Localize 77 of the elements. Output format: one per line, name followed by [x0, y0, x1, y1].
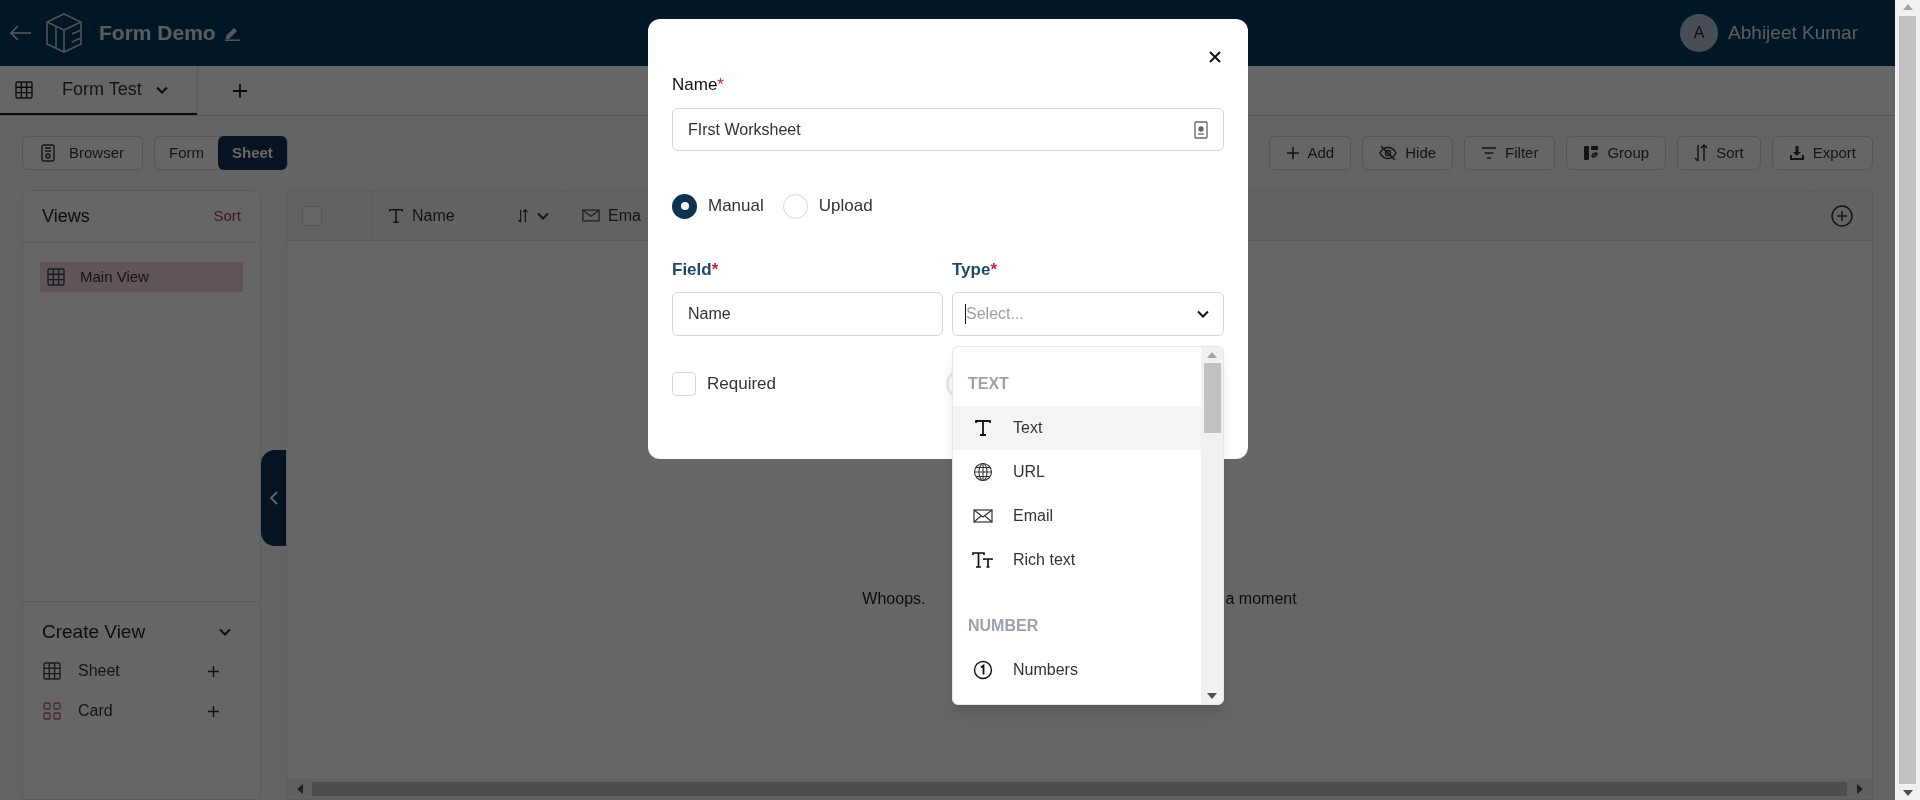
pencil-icon[interactable]: [223, 25, 240, 41]
panel-title: Views: [42, 205, 90, 228]
envelope-icon: [582, 209, 600, 222]
four-squares-icon: [43, 702, 61, 720]
toolbar-button[interactable]: Group: [1566, 136, 1667, 170]
letter-t-icon: [388, 207, 404, 224]
view-item[interactable]: Main View: [40, 262, 243, 292]
circled-one-icon: [973, 660, 993, 680]
grid-icon: [46, 267, 66, 287]
letter-t-icon: [974, 419, 992, 437]
globe-icon: [973, 462, 993, 482]
document-search-icon: [41, 144, 55, 162]
group-heading: TEXT: [968, 374, 1009, 394]
dropdown-option[interactable]: URL: [953, 450, 1201, 494]
eye-slash-icon: [1379, 145, 1398, 161]
dropdown-scrollbar[interactable]: [1201, 347, 1223, 704]
panel-title: Create View: [42, 619, 146, 644]
contact-card-icon: [1194, 120, 1208, 139]
sort-icon[interactable]: [517, 208, 529, 223]
dropdown-option[interactable]: Text: [953, 406, 1201, 450]
sort-link[interactable]: Sort: [213, 205, 241, 228]
filter-icon: [1481, 147, 1498, 159]
horizontal-scrollbar[interactable]: [287, 779, 1872, 799]
plus-icon[interactable]: [208, 705, 219, 717]
page-scrollbar[interactable]: [1895, 0, 1920, 800]
column-header[interactable]: Ema: [608, 203, 641, 228]
sort-icon: [1694, 144, 1709, 162]
text-size-icon: [972, 551, 994, 569]
toolbar-button[interactable]: Sort: [1677, 136, 1761, 170]
group-heading: NUMBER: [968, 616, 1039, 636]
plus-icon[interactable]: [208, 665, 219, 677]
type-select[interactable]: Select...: [952, 292, 1224, 336]
toolbar-button[interactable]: Filter: [1464, 136, 1556, 170]
checkbox-label: Required: [707, 373, 776, 396]
close-icon: [1209, 51, 1221, 63]
plus-icon: [1285, 146, 1300, 160]
chevron-down-icon: [1197, 310, 1209, 318]
grid-icon: [42, 661, 62, 681]
view-type-label: Card: [78, 701, 113, 721]
mode-toggle[interactable]: Form: [155, 136, 218, 170]
add-column-icon[interactable]: [1830, 204, 1853, 227]
dropdown-option[interactable]: Numbers: [953, 648, 1201, 692]
back-arrow-icon[interactable]: [10, 25, 32, 41]
field-input[interactable]: Name: [672, 292, 943, 336]
user-name: Abhijeet Kumar: [1728, 20, 1858, 45]
grid-icon: [14, 79, 34, 100]
cube-logo-icon: [45, 12, 83, 54]
group-icon: [1583, 145, 1600, 161]
avatar[interactable]: A: [1680, 14, 1719, 52]
download-icon: [1788, 145, 1805, 161]
toolbar-button[interactable]: Export: [1771, 136, 1873, 170]
radio-button[interactable]: [672, 193, 697, 219]
dropdown-option[interactable]: Email: [953, 494, 1201, 538]
dropdown-option[interactable]: Rich text: [953, 538, 1201, 582]
field-label: Field*: [672, 259, 720, 281]
empty-message: a moment: [1225, 589, 1297, 609]
chevron-down-icon: [219, 628, 231, 636]
toolbar-button[interactable]: Hide: [1362, 136, 1454, 170]
app-title: Form Demo: [99, 20, 216, 47]
plus-icon[interactable]: [232, 82, 248, 99]
envelope-icon: [973, 509, 993, 523]
chevron-left-icon: [269, 491, 278, 505]
column-header[interactable]: Name: [412, 203, 455, 228]
chevron-down-icon: [155, 85, 168, 94]
empty-message: Whoops.: [862, 589, 926, 609]
field-label: Type*: [952, 259, 998, 281]
radio-label: Manual: [708, 195, 764, 218]
browser-button[interactable]: Browser: [22, 136, 143, 170]
mode-toggle[interactable]: Sheet: [218, 136, 287, 170]
field-label: Name*: [672, 75, 725, 95]
view-type-label: Sheet: [78, 661, 120, 681]
checkbox[interactable]: [672, 372, 696, 396]
toolbar-button[interactable]: Add: [1268, 136, 1352, 170]
radio-label: Upload: [818, 195, 873, 218]
chevron-down-icon: [537, 211, 549, 220]
collapse-handle[interactable]: [261, 450, 286, 546]
worksheet-name-field[interactable]: FIrst Worksheet: [672, 108, 1224, 151]
